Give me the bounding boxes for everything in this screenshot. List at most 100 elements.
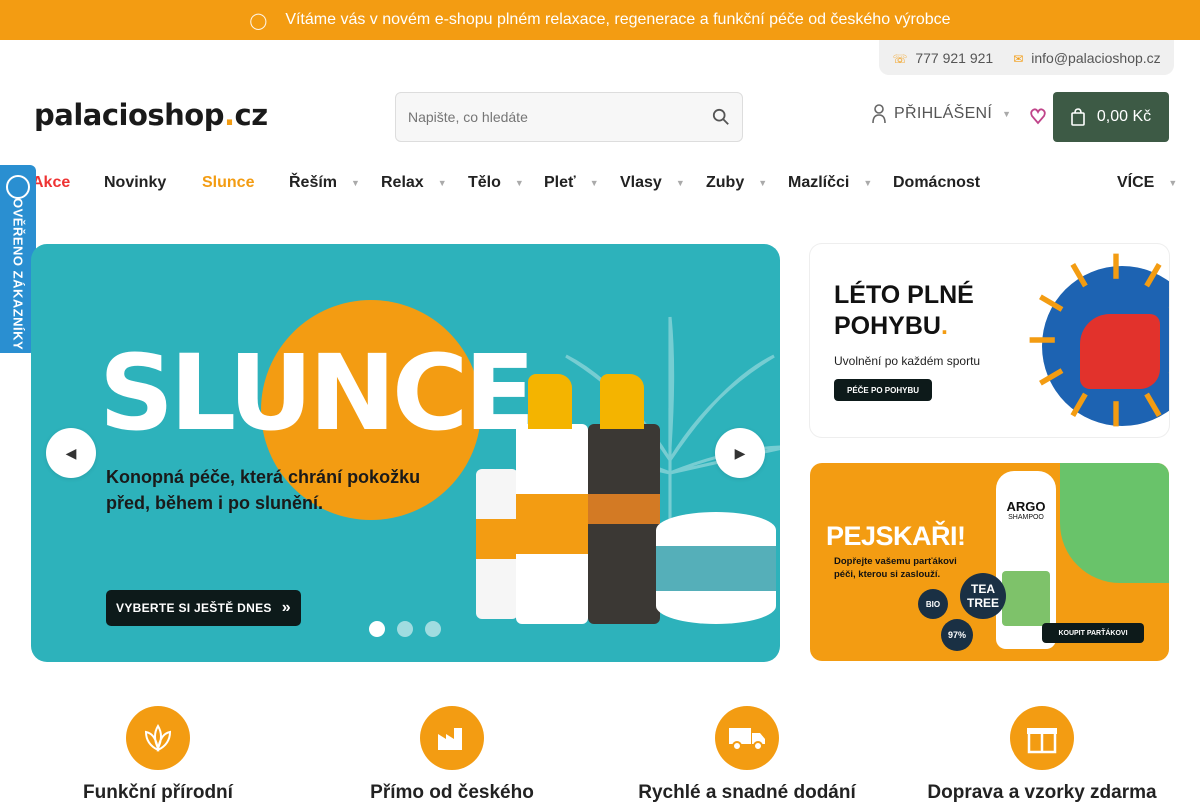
nav-label: Mazlíčci	[788, 174, 850, 191]
gift-icon	[1010, 706, 1074, 770]
verified-badge-text: OVĚŘENO ZÁKAZNÍKY	[10, 197, 26, 351]
banner-sport-button[interactable]: PÉČE PO POHYBU	[834, 379, 932, 401]
nav-item-vlasy[interactable]: Vlasy ▼	[620, 168, 685, 198]
feature-label: Doprava a vzorky zdarma	[927, 782, 1157, 803]
phone-link[interactable]: ☏ 777 921 921	[892, 50, 993, 66]
hero-cta-label: VYBERTE SI JEŠTĚ DNES	[116, 601, 272, 615]
natural-percent-badge: 97%	[941, 619, 973, 651]
banner-sport-line2: POHYBU	[834, 312, 941, 341]
leaf-icon	[126, 706, 190, 770]
nav-item-telo[interactable]: Tělo ▼	[468, 168, 524, 198]
banner-sport-title: LÉTO PLNÉ POHYBU.	[834, 280, 974, 343]
logo-tld: cz	[234, 98, 269, 132]
nav-item-mazlicci[interactable]: Mazlíčci ▼	[788, 168, 872, 198]
nav-label: Tělo	[468, 174, 501, 191]
slider-dot[interactable]	[369, 621, 385, 637]
chevron-left-icon: ◀	[65, 444, 77, 461]
hero-title: SLUNCE.	[99, 332, 571, 454]
banner-sport-line1: LÉTO PLNÉ	[834, 281, 974, 309]
dog-graphic	[1060, 463, 1169, 583]
cart-total: 0,00 Kč	[1096, 108, 1152, 125]
banner-dogs-button-label: KOUPIT PARŤÁKOVI	[1058, 629, 1128, 637]
slider-next-button[interactable]: ▶	[715, 428, 765, 478]
slider-dots	[369, 621, 441, 637]
nav-label: Domácnost	[893, 174, 981, 191]
chevron-down-icon: ▼	[351, 178, 360, 188]
nav-item-zuby[interactable]: Zuby ▼	[706, 168, 767, 198]
product-body-butter	[656, 512, 776, 624]
nav-item-slunce[interactable]: Slunce	[202, 168, 254, 198]
wishlist-icon[interactable]	[1030, 106, 1046, 126]
features-row: Funkční přírodní Přímo od českého Rychlé…	[0, 706, 1200, 806]
mail-icon: ✉	[1013, 51, 1024, 66]
banner-sport-dot: .	[940, 312, 948, 341]
nav-item-resim[interactable]: Řeším ▼	[289, 168, 360, 198]
banner-dogs-button[interactable]: KOUPIT PARŤÁKOVI	[1042, 623, 1144, 643]
feature-label: Funkční přírodní	[83, 782, 233, 803]
chevron-down-icon: ▼	[437, 178, 447, 188]
nav-item-more[interactable]: VÍCE ▼	[1117, 168, 1177, 198]
feature-label: Přímo od českého	[370, 782, 534, 803]
slider-prev-button[interactable]: ◀	[46, 428, 96, 478]
banner-dogs[interactable]: ARGO SHAMPOO PEJSKAŘI! Dopřejte vašemu p…	[810, 463, 1169, 661]
cart-icon	[1071, 108, 1085, 126]
hero-slider[interactable]: SLUNCE. Konopná péče, která chrání pokož…	[31, 244, 780, 662]
nav-label: Řeším	[289, 174, 338, 191]
chevron-down-icon: ▼	[1002, 109, 1012, 119]
banner-dogs-subtitle: Dopřejte vašemu parťákovi péči, kterou s…	[834, 556, 957, 580]
login-label: PŘIHLÁŠENÍ	[894, 105, 993, 122]
announcement-text: Vítáme vás v novém e-shopu plném relaxac…	[285, 11, 951, 28]
site-logo[interactable]: palacioshop.cz	[34, 98, 268, 132]
banner-dogs-title: PEJSKAŘI!	[826, 521, 966, 551]
search-box	[395, 92, 743, 142]
nav-label: Relax	[381, 174, 424, 191]
factory-icon	[420, 706, 484, 770]
truck-icon	[715, 706, 779, 770]
nav-label: Slunce	[202, 174, 255, 191]
chevron-down-icon: ▼	[675, 178, 685, 188]
feature-free-shipping: Doprava a vzorky zdarma	[897, 706, 1187, 804]
product-sunscreen	[516, 374, 588, 624]
logo-main: palacioshop	[34, 98, 224, 132]
bottle-label: SHAMPOO	[1008, 514, 1044, 521]
search-input[interactable]	[408, 109, 712, 125]
hero-title-text: SLUNCE	[99, 332, 535, 454]
double-chevron-icon: »	[281, 599, 291, 616]
slider-dot[interactable]	[425, 621, 441, 637]
nav-label: Vlasy	[620, 174, 662, 191]
feature-czech: Přímo od českého	[307, 706, 597, 804]
chevron-down-icon: ▼	[758, 178, 768, 188]
chevron-down-icon: ▼	[863, 178, 873, 188]
banner-sport-subtitle: Uvolnění po každém sportu	[834, 354, 981, 368]
logo-dot: .	[223, 98, 235, 132]
verified-seal-icon	[6, 175, 30, 199]
email-address: info@palacioshop.cz	[1031, 49, 1161, 66]
email-link[interactable]: ✉ info@palacioshop.cz	[1013, 50, 1160, 66]
search-icon[interactable]	[712, 108, 730, 126]
phone-number: 777 921 921	[915, 49, 994, 66]
nav-item-plet[interactable]: Pleť ▼	[544, 168, 599, 198]
cart-button[interactable]: 0,00 Kč	[1053, 92, 1169, 142]
chevron-down-icon: ▼	[1168, 178, 1178, 188]
chevron-down-icon: ▼	[514, 178, 524, 188]
nav-item-novinky[interactable]: Novinky	[104, 168, 166, 198]
phone-icon: ☏	[892, 51, 908, 66]
tea-tree-badge: TEA TREE	[960, 573, 1006, 619]
nav-item-domacnost[interactable]: Domácnost	[893, 168, 980, 198]
banner-sport-button-label: PÉČE PO POHYBU	[846, 385, 919, 395]
product-face-cream	[476, 469, 518, 619]
bio-badge: BIO	[918, 589, 948, 619]
banner-sport[interactable]: LÉTO PLNÉ POHYBU. Uvolnění po každém spor…	[810, 244, 1169, 437]
announcement-bar: ◯ Vítáme vás v novém e-shopu plném relax…	[0, 0, 1200, 40]
nav-item-relax[interactable]: Relax ▼	[381, 168, 447, 198]
nav-label: Novinky	[104, 174, 167, 191]
contact-bar: ☏ 777 921 921 ✉ info@palacioshop.cz	[879, 40, 1174, 75]
user-icon	[872, 104, 886, 124]
hero-cta-button[interactable]: VYBERTE SI JEŠTĚ DNES »	[106, 590, 301, 626]
nav-label: VÍCE	[1117, 174, 1155, 191]
slider-dot[interactable]	[397, 621, 413, 637]
nav-label: Akce	[32, 174, 71, 191]
feature-natural: Funkční přírodní	[13, 706, 303, 804]
login-button[interactable]: PŘIHLÁŠENÍ ▼	[872, 104, 1011, 124]
nav-item-akce[interactable]: Akce	[32, 168, 70, 198]
